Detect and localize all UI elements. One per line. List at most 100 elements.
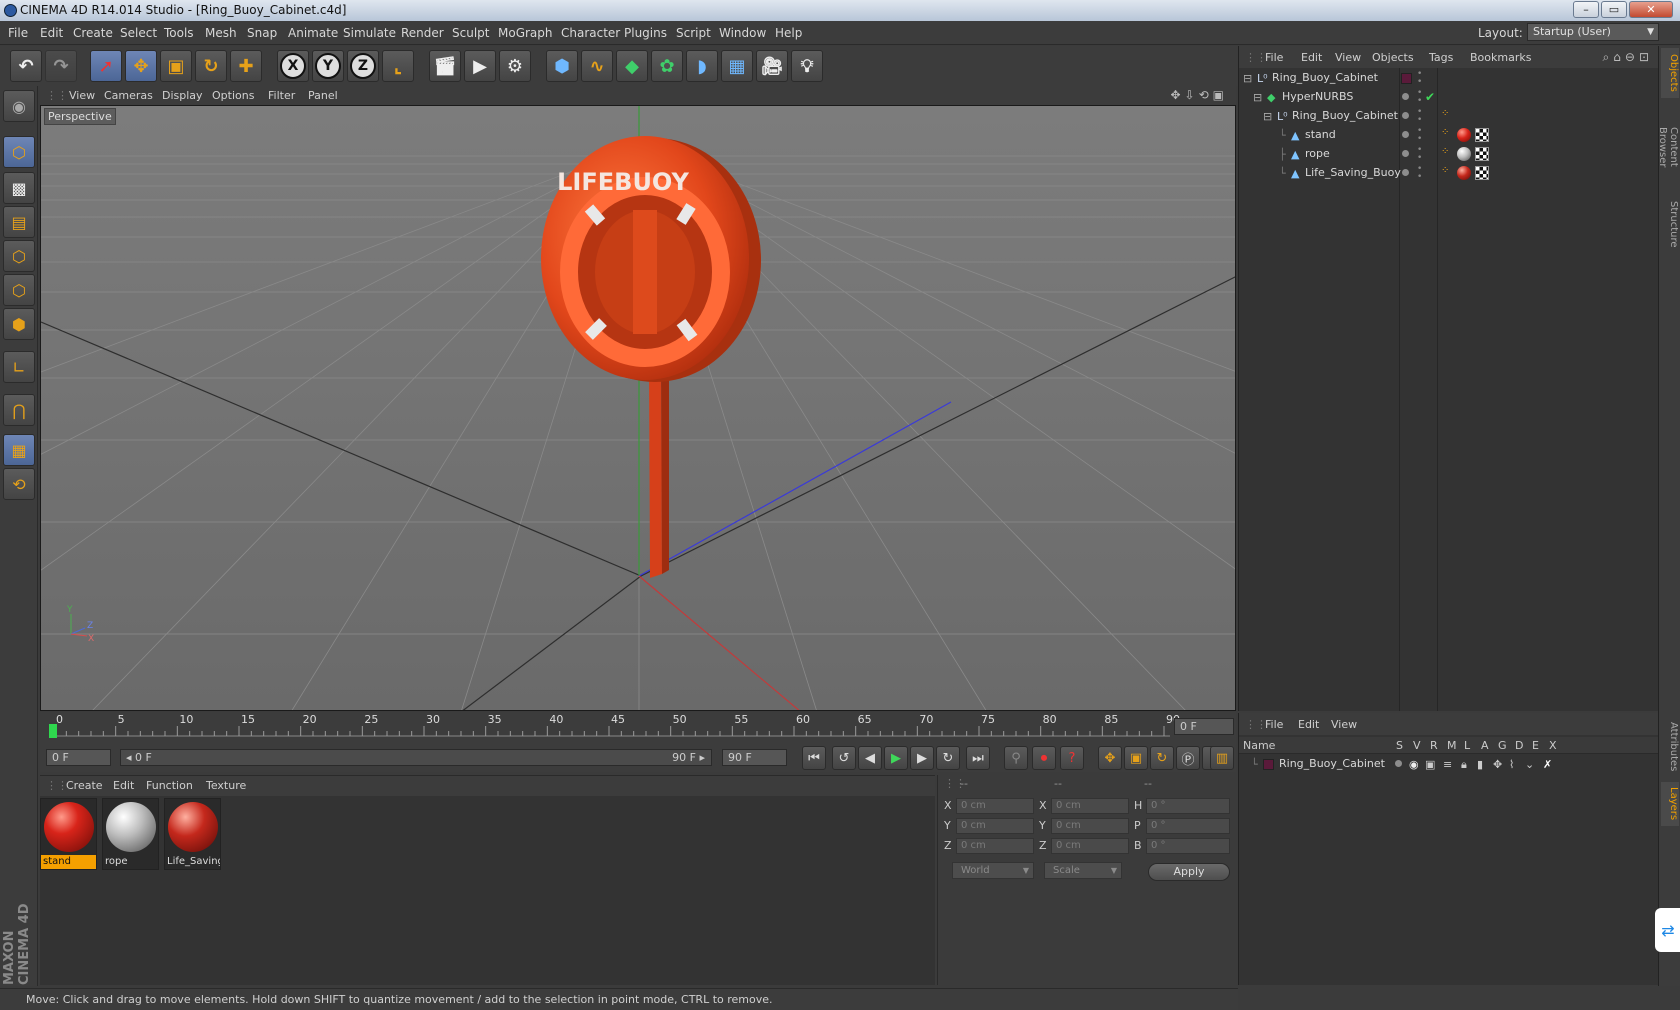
- col-locked[interactable]: L: [1464, 739, 1470, 752]
- col-generators[interactable]: G: [1498, 739, 1507, 752]
- make-editable-button[interactable]: ◉: [3, 90, 35, 122]
- col-solo[interactable]: S: [1396, 739, 1403, 752]
- layer-color-swatch[interactable]: [1263, 759, 1274, 770]
- scale-key-button[interactable]: ▣: [1124, 746, 1148, 770]
- apply-button[interactable]: Apply: [1148, 863, 1230, 881]
- tab-structure[interactable]: Structure: [1661, 196, 1679, 252]
- editor-visibility-dot[interactable]: [1402, 93, 1409, 100]
- generator-icon[interactable]: ✥: [1493, 758, 1502, 771]
- parameter-key-button[interactable]: Ⓟ: [1176, 746, 1200, 770]
- add-deformer-button[interactable]: ◗: [686, 50, 718, 82]
- tab-layers[interactable]: Layers: [1661, 782, 1679, 826]
- object-menu-edit[interactable]: Edit: [1301, 51, 1322, 64]
- rot-h-field[interactable]: 0 °: [1146, 798, 1230, 814]
- object-menu-view[interactable]: View: [1335, 51, 1361, 64]
- collapse-icon[interactable]: ⊟: [1263, 110, 1272, 123]
- keyframe-selection-button[interactable]: ?: [1060, 746, 1084, 770]
- goto-end-button[interactable]: ⏭︎: [966, 746, 990, 770]
- xref-icon[interactable]: ✗: [1543, 758, 1552, 771]
- menu-sculpt[interactable]: Sculpt: [452, 26, 489, 40]
- layer-menu-file[interactable]: File: [1265, 718, 1283, 731]
- redo-button[interactable]: ↷: [45, 50, 77, 82]
- size-mode-dropdown[interactable]: Scale ▼: [1044, 862, 1122, 879]
- teamviewer-icon[interactable]: ⇄: [1655, 908, 1680, 952]
- collapse-icon[interactable]: ⊟: [1253, 91, 1262, 104]
- pos-z-field[interactable]: 0 cm: [956, 838, 1034, 854]
- menu-script[interactable]: Script: [676, 26, 711, 40]
- col-xref[interactable]: X: [1549, 739, 1557, 752]
- layer-menu-view[interactable]: View: [1331, 718, 1357, 731]
- menu-mesh[interactable]: Mesh: [205, 26, 237, 40]
- current-frame-field[interactable]: 0 F: [1174, 718, 1234, 735]
- menu-plugins[interactable]: Plugins: [624, 26, 667, 40]
- layer-row[interactable]: └ Ring_Buoy_Cabinet ◉ ▣ ≡ 🔒︎ ▮ ✥ ⌇ ⌄ ✗: [1239, 755, 1657, 774]
- timeline-playhead[interactable]: [49, 724, 57, 738]
- timeline-ruler[interactable]: 0 5 10 15 20 25 30 35 40 45 50 55 60 65 70 75 80 85 90 0 F: [40, 712, 1236, 742]
- viewport-menu-cameras[interactable]: Cameras: [104, 89, 153, 102]
- position-key-button[interactable]: ✥: [1098, 746, 1122, 770]
- x-axis-lock-button[interactable]: X: [277, 50, 309, 82]
- object-menu-objects[interactable]: Objects: [1372, 51, 1414, 64]
- undo-button[interactable]: ↶: [10, 50, 42, 82]
- previous-frame-button[interactable]: ◀: [858, 746, 882, 770]
- col-view[interactable]: V: [1413, 739, 1421, 752]
- pos-y-field[interactable]: 0 cm: [956, 818, 1034, 834]
- lock-icon[interactable]: 🔒︎: [1461, 758, 1467, 772]
- object-row[interactable]: └ ▲ Life_Saving_Buoy • • ⁘: [1239, 164, 1657, 183]
- layout-dropdown[interactable]: Startup (User) ▼: [1527, 23, 1659, 41]
- viewport-menu-display[interactable]: Display: [162, 89, 203, 102]
- col-animation[interactable]: A: [1481, 739, 1489, 752]
- snap-button[interactable]: ⋂: [3, 394, 35, 426]
- viewport-menu-panel[interactable]: Panel: [308, 89, 338, 102]
- viewport-menu-filter[interactable]: Filter: [268, 89, 295, 102]
- menu-animate[interactable]: Animate: [288, 26, 338, 40]
- col-deformers[interactable]: D: [1515, 739, 1523, 752]
- menu-window[interactable]: Window: [719, 26, 766, 40]
- tab-objects[interactable]: Objects: [1661, 48, 1679, 98]
- maximize-button[interactable]: ▭: [1601, 1, 1627, 18]
- menu-character[interactable]: Character: [561, 26, 620, 40]
- edges-mode-button[interactable]: ⬡: [3, 274, 35, 306]
- texture-mode-button[interactable]: ▩: [3, 172, 35, 204]
- object-menu-tags[interactable]: Tags: [1429, 51, 1453, 64]
- menu-create[interactable]: Create: [73, 26, 113, 40]
- size-x-field[interactable]: 0 cm: [1051, 798, 1129, 814]
- film-icon[interactable]: ▮: [1477, 758, 1483, 771]
- tab-content-browser[interactable]: Content Browser: [1657, 102, 1679, 192]
- add-cube-button[interactable]: ⬢: [546, 50, 578, 82]
- menu-mograph[interactable]: MoGraph: [498, 26, 553, 40]
- add-nurbs-button[interactable]: ◆: [616, 50, 648, 82]
- phong-tag-icon[interactable]: ⁘: [1441, 146, 1449, 157]
- rot-b-field[interactable]: 0 °: [1146, 838, 1230, 854]
- viewport-menu-options[interactable]: Options: [212, 89, 254, 102]
- uvw-tag-icon[interactable]: [1475, 147, 1489, 161]
- visibility-dots-icon[interactable]: • •: [1417, 146, 1422, 163]
- add-environment-button[interactable]: ▦: [721, 50, 753, 82]
- manager-icon[interactable]: ≡: [1443, 758, 1452, 771]
- minimize-button[interactable]: –: [1573, 1, 1599, 18]
- viewport-menu-view[interactable]: View: [69, 89, 95, 102]
- material-menu-function[interactable]: Function: [146, 779, 193, 792]
- end-frame-field[interactable]: 90 F: [722, 749, 787, 766]
- object-row[interactable]: ⊟ L⁰ Ring_Buoy_Cabinet • • ⁘: [1239, 107, 1657, 126]
- menu-help[interactable]: Help: [775, 26, 802, 40]
- editor-visibility-dot[interactable]: [1402, 131, 1409, 138]
- recent-tools-button[interactable]: ✚: [230, 50, 262, 82]
- uvw-tag-icon[interactable]: [1475, 128, 1489, 142]
- rotate-tool-button[interactable]: ↻: [195, 50, 227, 82]
- coordinate-system-button[interactable]: ⌞: [382, 50, 414, 82]
- preview-range-slider[interactable]: ◂ 0 F 90 F ▸: [120, 749, 712, 766]
- collapse-icon[interactable]: ⊟: [1243, 72, 1252, 85]
- phong-tag-icon[interactable]: ⁘: [1441, 127, 1449, 138]
- material-menu-create[interactable]: Create: [66, 779, 103, 792]
- timeline-window-button[interactable]: ▥: [1210, 746, 1234, 770]
- object-manager-tools-icons[interactable]: ⌕⌂⊖⊡: [1603, 50, 1653, 65]
- material-swatch-life-saving[interactable]: Life_Saving: [164, 798, 221, 870]
- object-menu-file[interactable]: File: [1265, 51, 1283, 64]
- previous-keyframe-button[interactable]: ↺: [832, 746, 856, 770]
- model-mode-button[interactable]: ⬡: [3, 136, 35, 168]
- visibility-dots-icon[interactable]: • •: [1417, 70, 1422, 87]
- menu-tools[interactable]: Tools: [164, 26, 194, 40]
- menu-select[interactable]: Select: [120, 26, 157, 40]
- visibility-dots-icon[interactable]: • •: [1417, 108, 1422, 125]
